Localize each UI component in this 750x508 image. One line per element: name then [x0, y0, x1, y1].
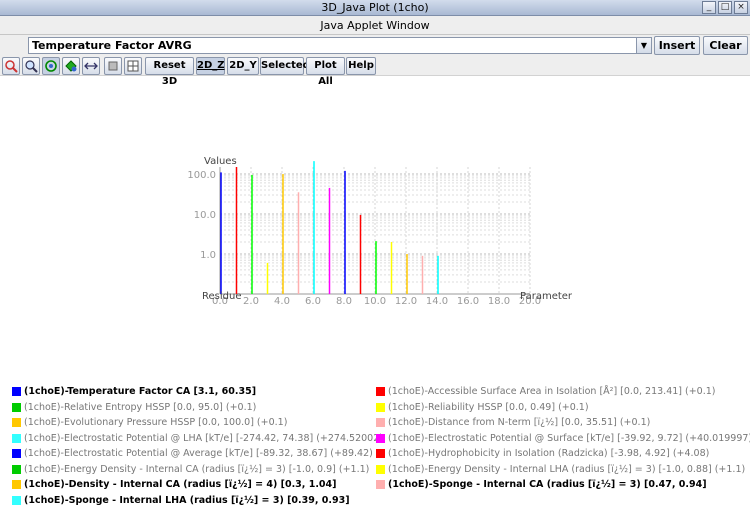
minimize-icon[interactable]: _	[702, 1, 716, 14]
x-tick-label: 14.0	[426, 296, 448, 307]
help-button[interactable]: Help	[346, 57, 376, 75]
parameter-select-value: Temperature Factor AVRG	[32, 39, 192, 52]
legend-left: (1choE)-Temperature Factor CA [3.1, 60.3…	[12, 384, 383, 508]
x-tick-label: 10.0	[364, 296, 386, 307]
window-titlebar: 3D_Java Plot (1cho) _ □ ×	[0, 0, 750, 16]
legend-label: (1choE)-Energy Density - Internal LHA (r…	[388, 463, 746, 475]
legend-swatch	[12, 464, 21, 474]
legend-item[interactable]: (1choE)-Sponge - Internal CA (radius [ï¿…	[376, 477, 750, 493]
box-icon[interactable]	[104, 57, 122, 75]
legend-item[interactable]: (1choE)-Energy Density - Internal LHA (r…	[376, 462, 750, 478]
legend-swatch	[12, 418, 21, 428]
zoom-icon[interactable]	[22, 57, 40, 75]
reset-3d-button[interactable]: Reset 3D	[145, 57, 194, 87]
legend-item[interactable]: (1choE)-Reliability HSSP [0.0, 0.49] (+0…	[376, 400, 750, 416]
legend-label: (1choE)-Electrostatic Potential @ Surfac…	[388, 432, 750, 444]
legend-swatch	[12, 449, 21, 459]
x-tick-label: 18.0	[488, 296, 510, 307]
selected-button[interactable]: Selected	[260, 57, 310, 75]
legend-item[interactable]: (1choE)-Electrostatic Potential @ Averag…	[12, 446, 383, 462]
grid-icon[interactable]	[124, 57, 142, 75]
y-tick-label: 10.0	[194, 210, 216, 221]
x-tick-label: 16.0	[457, 296, 479, 307]
legend-label: (1choE)-Sponge - Internal CA (radius [ï¿…	[388, 479, 707, 490]
y-axis-label: Values	[204, 156, 237, 167]
clear-button[interactable]: Clear	[703, 36, 748, 55]
legend-swatch	[376, 433, 385, 443]
x-axis-label: Residue	[202, 291, 241, 302]
legend-swatch	[12, 480, 21, 490]
x-tick-label: 4.0	[274, 296, 290, 307]
legend-label: (1choE)-Evolutionary Pressure HSSP [0.0,…	[24, 417, 288, 428]
applet-window-label: Java Applet Window	[0, 16, 750, 35]
chart-canvas[interactable]: 0.0 2.0 4.0 6.0 8.0 10.0 12.0 14.0 16.0 18.0 20.01…	[0, 76, 750, 376]
y-tick-label: 1.0	[200, 250, 216, 261]
x-tick-label: 2.0	[243, 296, 259, 307]
legend-item[interactable]: (1choE)-Energy Density - Internal CA (ra…	[12, 462, 383, 478]
y-tick-label: 100.0	[187, 170, 216, 181]
maximize-icon[interactable]: □	[718, 1, 732, 14]
legend-label: (1choE)-Distance from N-term [ï¿½] [0.0,…	[388, 417, 651, 428]
legend-swatch	[12, 495, 21, 505]
legend-label: (1choE)-Reliability HSSP [0.0, 0.49] (+0…	[388, 401, 589, 413]
legend-label: (1choE)-Accessible Surface Area in Isola…	[388, 386, 716, 397]
legend-right: (1choE)-Accessible Surface Area in Isola…	[376, 384, 750, 493]
legend-label: (1choE)-Sponge - Internal LHA (radius [ï…	[24, 494, 350, 506]
insert-button[interactable]: Insert	[654, 36, 700, 55]
legend-swatch	[12, 433, 21, 443]
x-tick-label: 12.0	[395, 296, 417, 307]
x-tick-label: 6.0	[305, 296, 321, 307]
zoom-reset-icon[interactable]	[2, 57, 20, 75]
legend-item[interactable]: (1choE)-Relative Entropy HSSP [0.0, 95.0…	[12, 400, 383, 416]
legend-item[interactable]: (1choE)-Temperature Factor CA [3.1, 60.3…	[12, 384, 383, 400]
rotate-icon[interactable]	[42, 57, 60, 75]
legend-label: (1choE)-Temperature Factor CA [3.1, 60.3…	[24, 386, 257, 397]
legend-item[interactable]: (1choE)-Distance from N-term [ï¿½] [0.0,…	[376, 415, 750, 431]
legend-item[interactable]: (1choE)-Electrostatic Potential @ LHA [k…	[12, 431, 383, 447]
legend-label: (1choE)-Electrostatic Potential @ Averag…	[24, 448, 373, 459]
window-title: 3D_Java Plot (1cho)	[321, 1, 429, 14]
legend-label: (1choE)-Energy Density - Internal CA (ra…	[24, 463, 370, 475]
legend-swatch	[12, 387, 21, 397]
legend-swatch	[376, 464, 385, 474]
legend-swatch	[376, 387, 385, 397]
plot-all-button[interactable]: Plot All	[306, 57, 345, 87]
legend-item[interactable]: (1choE)-Density - Internal CA (radius [ï…	[12, 477, 383, 493]
legend-swatch	[376, 449, 385, 459]
chevron-down-icon[interactable]: ▼	[636, 37, 652, 54]
legend-swatch	[376, 480, 385, 490]
legend-label: (1choE)-Density - Internal CA (radius [ï…	[24, 479, 337, 490]
pan-icon[interactable]	[62, 57, 80, 75]
legend-item[interactable]: (1choE)-Accessible Surface Area in Isola…	[376, 384, 750, 400]
close-icon[interactable]: ×	[734, 1, 748, 14]
legend-swatch	[12, 402, 21, 412]
legend-item[interactable]: (1choE)-Sponge - Internal LHA (radius [ï…	[12, 493, 383, 508]
flip-icon[interactable]	[82, 57, 100, 75]
legend-swatch	[376, 418, 385, 428]
legend-item[interactable]: (1choE)-Hydrophobicity in Isolation (Rad…	[376, 446, 750, 462]
legend-swatch	[376, 402, 385, 412]
2d-z-button[interactable]: 2D_Z	[196, 57, 225, 75]
window-controls: _ □ ×	[702, 1, 748, 14]
legend-label: (1choE)-Relative Entropy HSSP [0.0, 95.0…	[24, 401, 257, 413]
z-axis-label: Parameter	[520, 291, 573, 302]
x-tick-label: 8.0	[336, 296, 352, 307]
legend-label: (1choE)-Electrostatic Potential @ LHA [k…	[24, 432, 383, 444]
plot-area[interactable]: 0.0 2.0 4.0 6.0 8.0 10.0 12.0 14.0 16.0 18.0 20.0 1…	[0, 76, 750, 376]
2d-y-button[interactable]: 2D_Y	[227, 57, 259, 75]
legend-item[interactable]: (1choE)-Electrostatic Potential @ Surfac…	[376, 431, 750, 447]
legend-label: (1choE)-Hydrophobicity in Isolation (Rad…	[388, 448, 710, 459]
parameter-select[interactable]: Temperature Factor AVRG ▼	[28, 37, 652, 54]
legend-item[interactable]: (1choE)-Evolutionary Pressure HSSP [0.0,…	[12, 415, 383, 431]
